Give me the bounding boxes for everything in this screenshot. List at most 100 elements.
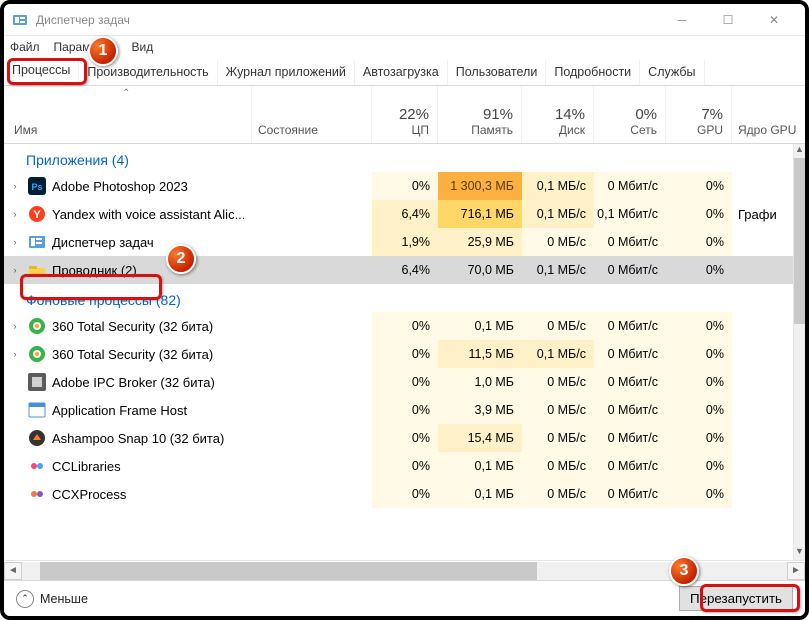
close-button[interactable]: ✕ [751, 4, 797, 36]
cell-cpu: 0% [372, 312, 438, 340]
process-row[interactable]: CCLibraries0%0,1 МБ0 МБ/с0 Мбит/с0% [4, 452, 793, 480]
scroll-right-icon[interactable]: ► [787, 562, 805, 580]
minimize-button[interactable]: ─ [659, 4, 705, 36]
cell-disk: 0,1 МБ/с [522, 256, 594, 284]
cell-mem: 3,9 МБ [438, 396, 522, 424]
360-icon [28, 345, 46, 363]
ps-icon: Ps [28, 177, 46, 195]
expand-chevron-icon[interactable]: › [8, 265, 22, 275]
vscroll-thumb[interactable] [794, 158, 805, 324]
footer: ⌃ Меньше Перезапустить [4, 580, 805, 616]
col-cpu[interactable]: 22% ЦП [372, 86, 438, 143]
process-name: CCXProcess [52, 487, 126, 502]
vertical-scrollbar[interactable]: ▲ ▼ [793, 144, 805, 560]
cell-disk: 0 МБ/с [522, 368, 594, 396]
svg-text:Y: Y [33, 209, 41, 221]
process-row[interactable]: Adobe IPC Broker (32 бита)0%1,0 МБ0 МБ/с… [4, 368, 793, 396]
tab-app-history[interactable]: Журнал приложений [218, 60, 355, 85]
cell-cpu: 6,4% [372, 200, 438, 228]
cell-net: 0 Мбит/с [594, 172, 666, 200]
cell-gpu: 0% [666, 368, 732, 396]
process-row[interactable]: Ashampoo Snap 10 (32 бита)0%15,4 МБ0 МБ/… [4, 424, 793, 452]
scroll-left-icon[interactable]: ◄ [4, 562, 22, 580]
cell-net: 0 Мбит/с [594, 452, 666, 480]
y-icon: Y [28, 205, 46, 223]
tab-users[interactable]: Пользователи [448, 60, 547, 85]
process-row[interactable]: ›Диспетчер задач1,9%25,9 МБ0 МБ/с0 Мбит/… [4, 228, 793, 256]
process-row[interactable]: ›PsAdobe Photoshop 20230%1 300,3 МБ0,1 М… [4, 172, 793, 200]
cell-disk: 0 МБ/с [522, 424, 594, 452]
col-disk[interactable]: 14% Диск [522, 86, 594, 143]
cell-cpu: 0% [372, 172, 438, 200]
afh-icon [28, 401, 46, 419]
group-background[interactable]: Фоновые процессы (82) [4, 284, 793, 312]
group-applications[interactable]: Приложения (4) [4, 144, 793, 172]
process-row[interactable]: ›360 Total Security (32 бита)0%0,1 МБ0 М… [4, 312, 793, 340]
process-name: Диспетчер задач [52, 235, 154, 250]
col-memory[interactable]: 91% Память [438, 86, 522, 143]
process-name: CCLibraries [52, 459, 121, 474]
cell-gpu: 0% [666, 200, 732, 228]
cell-gpu-core [732, 312, 793, 340]
col-network[interactable]: 0% Сеть [594, 86, 666, 143]
expand-chevron-icon[interactable]: › [8, 237, 22, 247]
expand-chevron-icon[interactable]: › [8, 181, 22, 191]
process-name: Adobe IPC Broker (32 бита) [52, 375, 215, 390]
process-row[interactable]: Application Frame Host0%3,9 МБ0 МБ/с0 Мб… [4, 396, 793, 424]
cell-cpu: 0% [372, 452, 438, 480]
cell-mem: 0,1 МБ [438, 312, 522, 340]
tab-details[interactable]: Подробности [546, 60, 640, 85]
process-name: Adobe Photoshop 2023 [52, 179, 188, 194]
task-manager-window: Диспетчер задач ─ ☐ ✕ Файл Параметры Вид… [0, 0, 809, 620]
cell-net: 0 Мбит/с [594, 396, 666, 424]
tab-performance[interactable]: Производительность [79, 60, 217, 85]
restart-button[interactable]: Перезапустить [679, 586, 793, 611]
cell-net: 0 Мбит/с [594, 228, 666, 256]
cell-net: 0,1 Мбит/с [594, 200, 666, 228]
process-row[interactable]: ›YYandex with voice assistant Alic...6,4… [4, 200, 793, 228]
cell-gpu-core [732, 480, 793, 508]
process-row[interactable]: ›Проводник (2)6,4%70,0 МБ0,1 МБ/с0 Мбит/… [4, 256, 793, 284]
process-row[interactable]: ›360 Total Security (32 бита)0%11,5 МБ0,… [4, 340, 793, 368]
cell-gpu-core [732, 340, 793, 368]
maximize-button[interactable]: ☐ [705, 4, 751, 36]
cell-net: 0 Мбит/с [594, 312, 666, 340]
cell-gpu: 0% [666, 312, 732, 340]
column-headers: ⌃ Имя Состояние 22% ЦП 91% Память 14% Ди… [4, 86, 805, 144]
cell-disk: 0,1 МБ/с [522, 172, 594, 200]
cell-gpu: 0% [666, 396, 732, 424]
fewer-details-button[interactable]: ⌃ Меньше [16, 590, 88, 608]
hscroll-thumb[interactable] [40, 562, 537, 580]
cell-gpu: 0% [666, 480, 732, 508]
expand-chevron-icon[interactable]: › [8, 321, 22, 331]
tab-startup[interactable]: Автозагрузка [355, 60, 448, 85]
tab-services[interactable]: Службы [640, 60, 704, 85]
cell-disk: 0 МБ/с [522, 480, 594, 508]
tab-processes[interactable]: Процессы [4, 58, 79, 85]
cell-disk: 0,1 МБ/с [522, 200, 594, 228]
cell-gpu-core [732, 452, 793, 480]
cell-gpu: 0% [666, 172, 732, 200]
svg-text:Ps: Ps [31, 182, 42, 192]
process-name: Application Frame Host [52, 403, 187, 418]
expand-chevron-icon[interactable]: › [8, 349, 22, 359]
col-state[interactable]: Состояние [252, 86, 372, 143]
horizontal-scrollbar[interactable]: ◄ ► [4, 560, 805, 580]
scroll-down-icon[interactable]: ▼ [794, 546, 805, 560]
cell-cpu: 0% [372, 368, 438, 396]
menu-file[interactable]: Файл [10, 40, 40, 54]
scroll-up-icon[interactable]: ▲ [794, 144, 805, 158]
360-icon [28, 317, 46, 335]
cell-cpu: 0% [372, 340, 438, 368]
col-gpu[interactable]: 7% GPU [666, 86, 732, 143]
cell-gpu: 0% [666, 256, 732, 284]
menu-options[interactable]: Параметры [54, 40, 118, 54]
hscroll-track[interactable] [22, 562, 787, 580]
cell-disk: 0 МБ/с [522, 228, 594, 256]
menu-view[interactable]: Вид [131, 40, 153, 54]
cell-gpu-core [732, 172, 793, 200]
col-gpu-core[interactable]: Ядро GPU [732, 86, 805, 143]
expand-chevron-icon[interactable]: › [8, 209, 22, 219]
cell-mem: 25,9 МБ [438, 228, 522, 256]
process-row[interactable]: CCXProcess0%0,1 МБ0 МБ/с0 Мбит/с0% [4, 480, 793, 508]
